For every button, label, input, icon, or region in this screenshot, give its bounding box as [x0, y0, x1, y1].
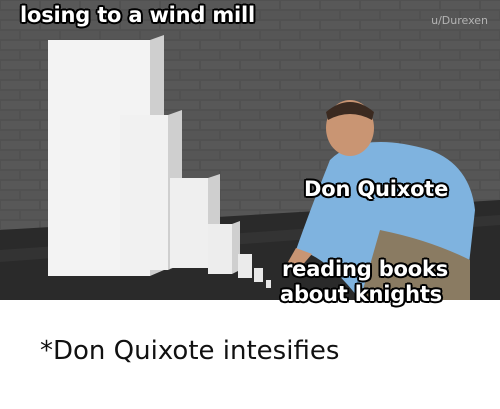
domino-7	[266, 280, 271, 288]
domino-5	[238, 254, 252, 278]
caption-top-left: losing to a wind mill	[20, 3, 256, 27]
watermark: u/Durexen	[431, 14, 488, 27]
caption-bottom-line1: reading books	[282, 257, 449, 281]
domino-scene-illustration	[0, 0, 500, 300]
domino-6	[254, 268, 263, 282]
domino-3	[170, 178, 208, 268]
caption-bottom-line2: about knights	[280, 282, 442, 306]
footer-caption: *Don Quixote intesifies	[40, 336, 340, 366]
meme-image	[0, 0, 500, 300]
domino-2	[120, 115, 168, 270]
domino-4	[208, 224, 232, 274]
caption-man: Don Quixote	[304, 177, 449, 201]
